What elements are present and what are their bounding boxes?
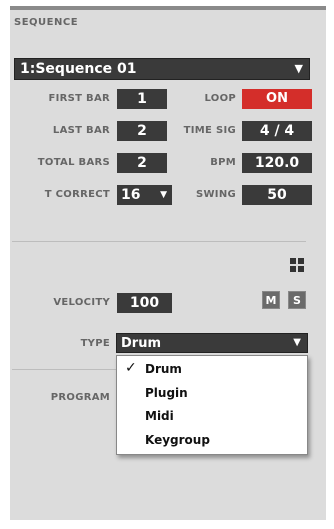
grid-icon[interactable] — [290, 258, 304, 272]
t-correct-value: 16 — [121, 187, 141, 203]
bpm-field[interactable]: 120.0 — [242, 153, 312, 173]
velocity-label: VELOCITY — [53, 297, 110, 308]
check-icon: ✓ — [125, 360, 137, 376]
chevron-down-icon: ▼ — [294, 62, 303, 75]
section-title: SEQUENCE — [14, 17, 79, 28]
total-bars-label: TOTAL BARS — [37, 157, 110, 168]
time-sig-label: TIME SIG — [183, 125, 236, 136]
solo-button[interactable]: S — [288, 291, 306, 309]
menu-item-keygroup[interactable]: Keygroup — [145, 433, 210, 447]
chevron-down-icon: ▼ — [160, 190, 167, 200]
total-bars-field[interactable]: 2 — [117, 153, 167, 173]
bpm-label: BPM — [210, 157, 236, 168]
loop-label: LOOP — [204, 93, 236, 104]
swing-label: SWING — [195, 189, 236, 200]
first-bar-label: FIRST BAR — [48, 93, 110, 104]
chevron-down-icon: ▼ — [293, 337, 301, 348]
program-label: PROGRAM — [50, 392, 110, 403]
last-bar-label: LAST BAR — [52, 125, 110, 136]
last-bar-field[interactable]: 2 — [117, 121, 167, 141]
time-sig-field[interactable]: 4 / 4 — [242, 121, 312, 141]
first-bar-field[interactable]: 1 — [117, 89, 167, 109]
mute-button[interactable]: M — [262, 291, 280, 309]
type-select[interactable]: Drum ▼ — [116, 333, 308, 353]
menu-item-midi[interactable]: Midi — [145, 409, 174, 423]
menu-item-plugin[interactable]: Plugin — [145, 386, 188, 400]
menu-item-drum[interactable]: Drum — [145, 362, 182, 376]
velocity-field[interactable]: 100 — [117, 293, 172, 313]
divider — [12, 241, 306, 242]
t-correct-label: T CORRECT — [44, 189, 110, 200]
sequence-select-value: 1:Sequence 01 — [20, 61, 137, 77]
loop-toggle[interactable]: ON — [242, 89, 312, 109]
t-correct-select[interactable]: 16 ▼ — [117, 185, 172, 205]
sequence-select[interactable]: 1:Sequence 01 ▼ — [14, 58, 310, 80]
type-label: TYPE — [80, 338, 110, 349]
type-select-value: Drum — [121, 336, 162, 351]
type-dropdown-menu: ✓ Drum Plugin Midi Keygroup — [116, 355, 308, 455]
swing-field[interactable]: 50 — [242, 185, 312, 205]
divider — [12, 369, 116, 370]
